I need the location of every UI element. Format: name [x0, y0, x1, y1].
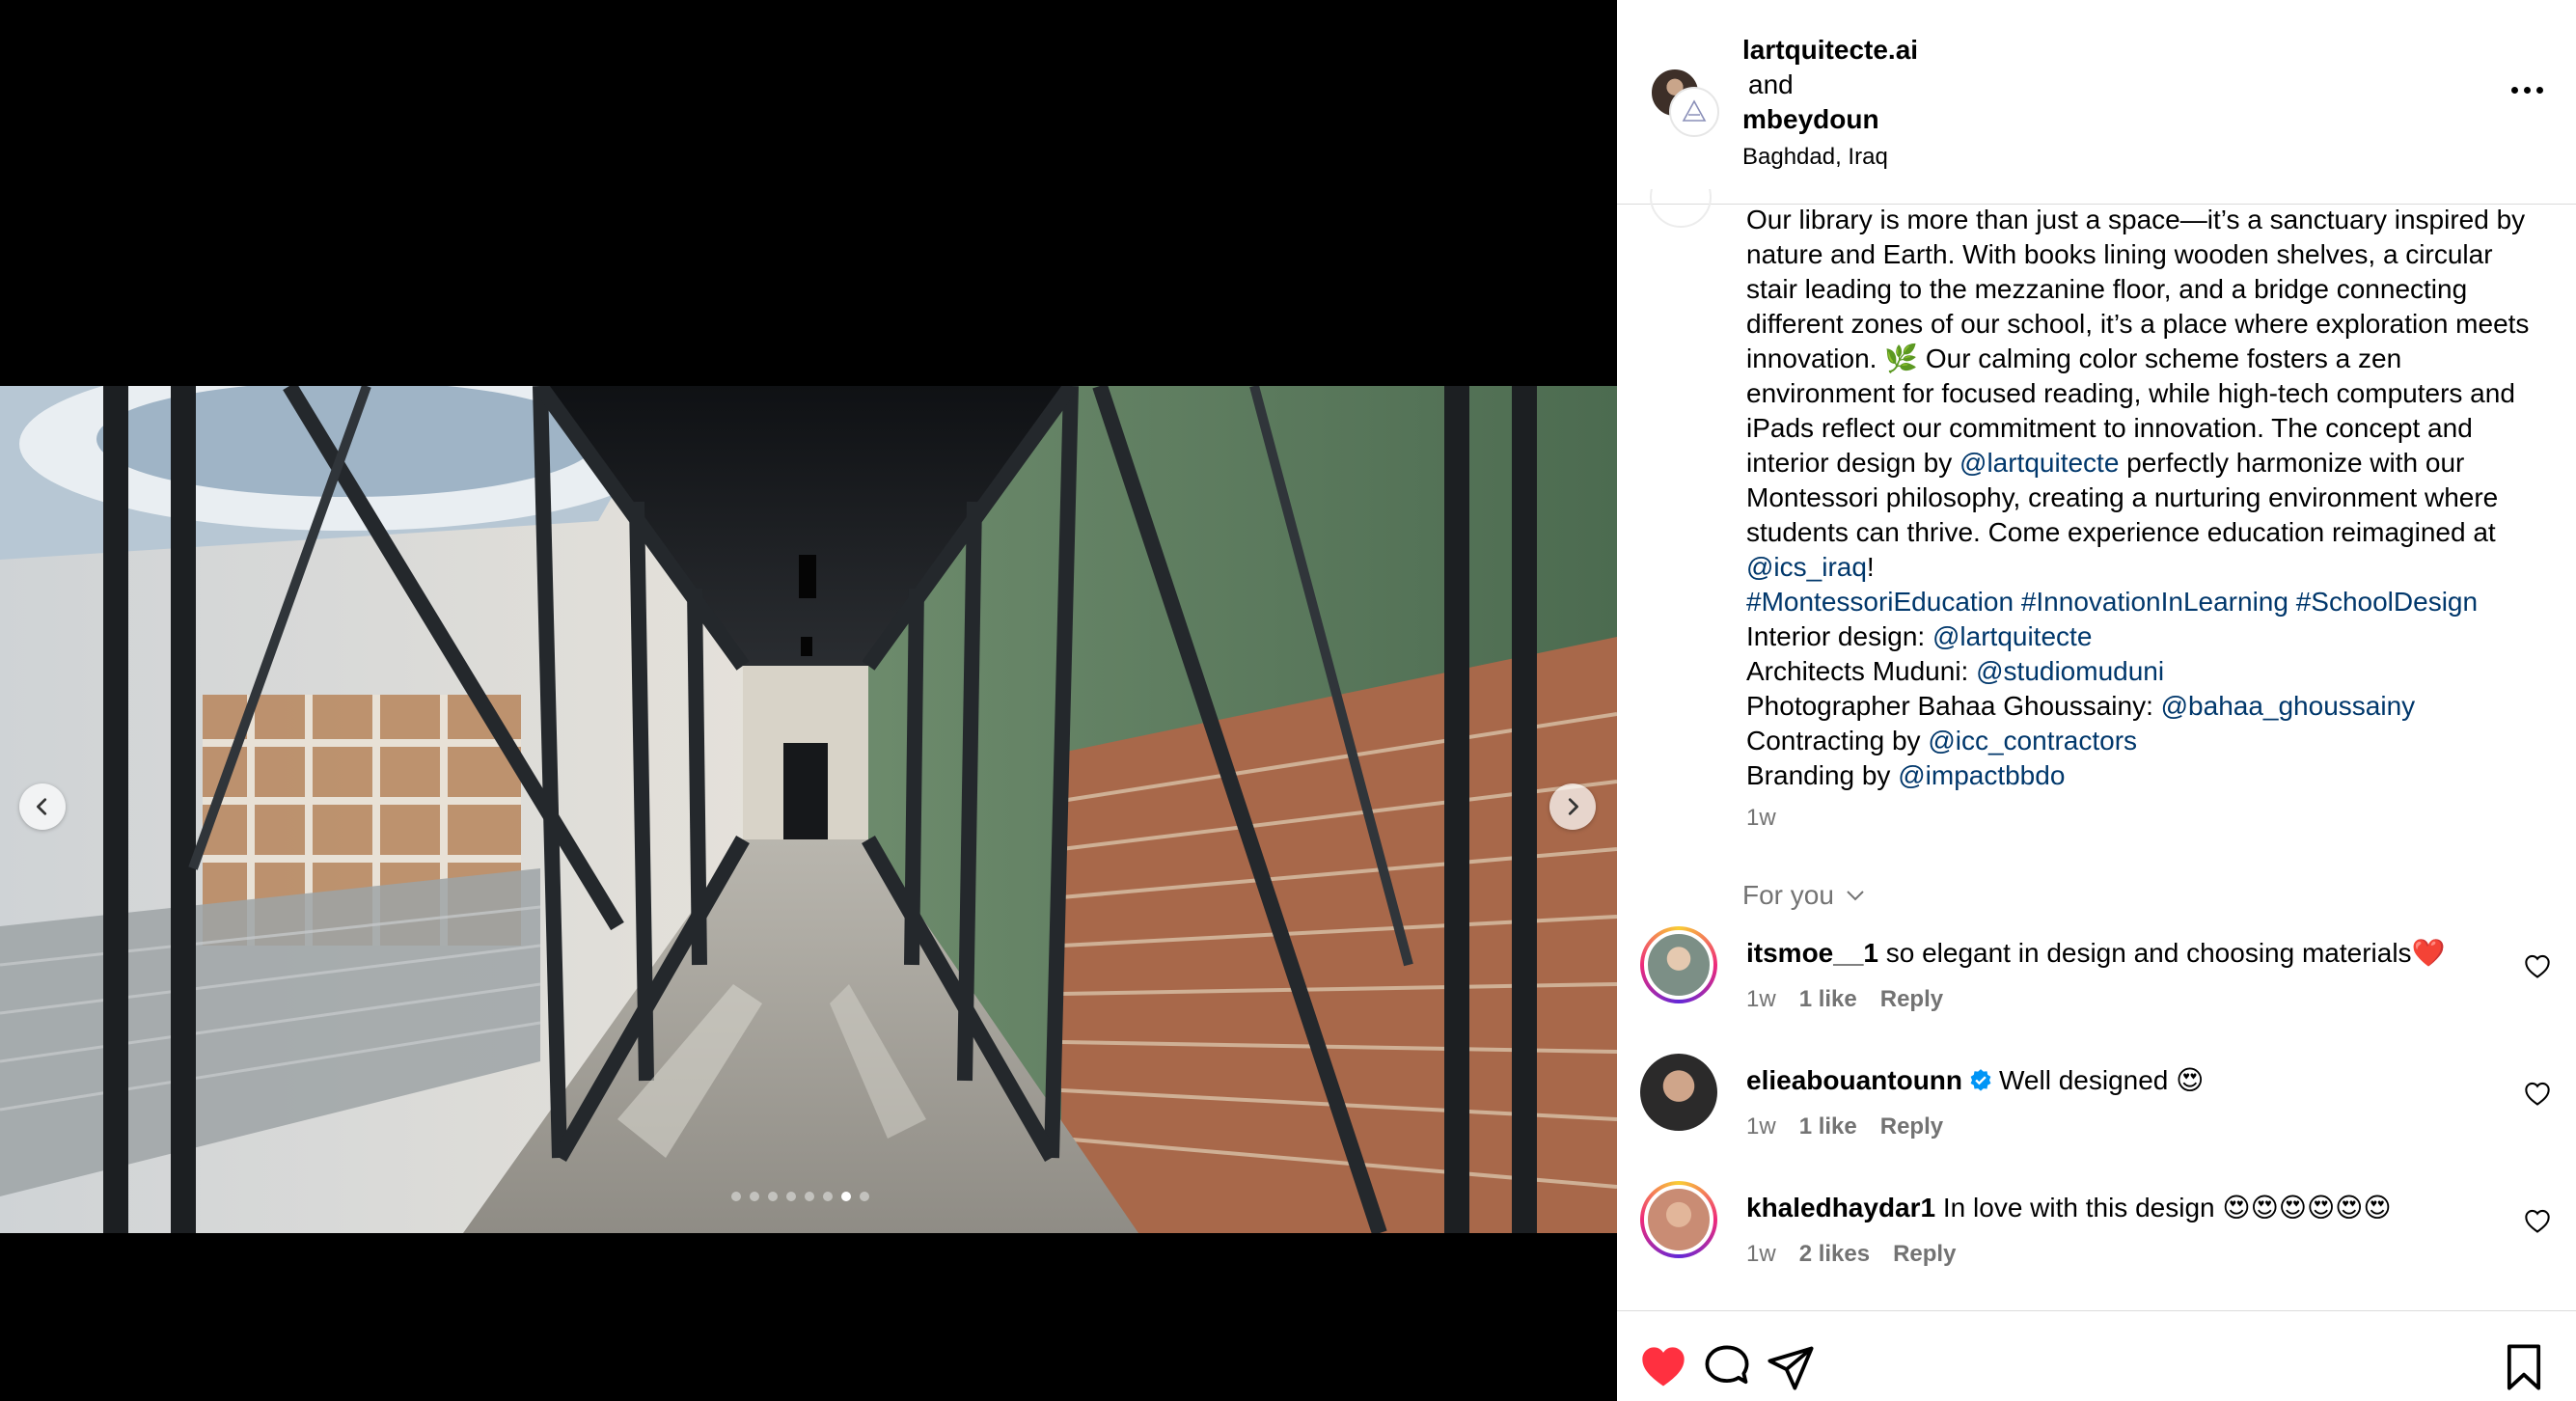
media-panel — [0, 0, 1617, 1401]
credit-label: Architects Muduni: — [1746, 656, 1977, 686]
carousel-dot — [750, 1192, 759, 1201]
verified-badge-icon — [1970, 1069, 1991, 1091]
credit-label: Contracting by — [1746, 726, 1929, 755]
previous-photo-button[interactable] — [19, 783, 66, 830]
post-caption: Our library is more than just a space—it… — [1746, 203, 2547, 793]
comment-username[interactable]: khaledhaydar1 — [1746, 1193, 1935, 1222]
credit-mention[interactable]: @bahaa_ghoussainy — [2161, 691, 2416, 721]
coauthor-username[interactable]: mbeydoun — [1742, 102, 1918, 137]
heart-icon[interactable] — [1638, 1342, 1688, 1392]
post-location[interactable]: Baghdad, Iraq — [1742, 141, 1918, 174]
author-connector: and — [1748, 69, 1794, 99]
more-icon — [2511, 87, 2518, 94]
carousel-dot — [841, 1192, 851, 1201]
carousel-dot — [860, 1192, 869, 1201]
post-photo[interactable] — [0, 386, 1617, 1233]
corridor-photo-illustration — [0, 386, 1617, 1233]
post-side-panel: lartquitecte.ai and mbeydoun Baghdad, Ir… — [1617, 0, 2576, 1401]
share-icon[interactable] — [1766, 1342, 1816, 1392]
credit-label: Branding by — [1746, 760, 1899, 790]
comment-username[interactable]: itsmoe__1 — [1746, 938, 1878, 968]
comment-time: 1w — [1746, 1113, 1776, 1140]
more-icon-dot — [2536, 87, 2543, 94]
caption-hashtags[interactable]: #MontessoriEducation #InnovationInLearni… — [1746, 587, 2478, 617]
comment-body: elieabouantounn Well designed 😍 — [1746, 1063, 2480, 1098]
post-authors: lartquitecte.ai and mbeydoun Baghdad, Ir… — [1742, 33, 1918, 174]
comment-reply-button[interactable]: Reply — [1880, 1113, 1943, 1140]
avatar[interactable] — [1640, 1181, 1717, 1258]
comment-meta: 1w 2 likes Reply — [1746, 1241, 1956, 1268]
brand-logo-icon — [1682, 99, 1707, 122]
credit-line: Contracting by @icc_contractors — [1746, 724, 2547, 758]
chevron-right-icon — [1568, 798, 1578, 815]
avatar[interactable] — [1640, 1054, 1717, 1131]
credit-line: Photographer Bahaa Ghoussainy: @bahaa_gh… — [1746, 689, 2547, 724]
credit-mention[interactable]: @icc_contractors — [1928, 726, 2137, 755]
heart-icon[interactable] — [2524, 1208, 2551, 1235]
heart-icon[interactable] — [2524, 1081, 2551, 1108]
comment-body: itsmoe__1 so elegant in design and choos… — [1746, 936, 2480, 971]
caption-avatar[interactable] — [1650, 189, 1712, 228]
comment-likes[interactable]: 1 like — [1799, 1113, 1857, 1140]
comment-item: elieabouantounn Well designed 😍 1w 1 like Re… — [1617, 1054, 2576, 1169]
credit-label: Interior design: — [1746, 621, 1932, 651]
caption-mention[interactable]: @ics_iraq — [1746, 552, 1867, 582]
post-timestamp: 1w — [1746, 805, 1776, 831]
avatar[interactable] — [1640, 926, 1717, 1003]
chevron-left-icon — [37, 798, 47, 815]
author-username[interactable]: lartquitecte.ai — [1742, 33, 1918, 68]
credit-line: Branding by @impactbbdo — [1746, 758, 2547, 793]
comments-filter-dropdown[interactable]: For you — [1742, 880, 1867, 911]
caption-text: Our library is more than just a space—it… — [1746, 205, 2530, 478]
carousel-dot — [823, 1192, 833, 1201]
comment-item: khaledhaydar1 In love with this design 😍… — [1617, 1181, 2576, 1297]
chevron-down-icon — [1847, 891, 1864, 901]
caption-mention[interactable]: @lartquitecte — [1959, 448, 2119, 478]
comment-time: 1w — [1746, 986, 1776, 1012]
bookmark-icon[interactable] — [2499, 1342, 2549, 1392]
comment-text: so elegant in design and choosing materi… — [1885, 938, 2446, 968]
heart-icon[interactable] — [2524, 953, 2551, 980]
caption-text: ! — [1866, 552, 1875, 582]
carousel-dot — [731, 1192, 741, 1201]
credit-line: Architects Muduni: @studiomuduni — [1746, 654, 2547, 689]
comment-reply-button[interactable]: Reply — [1880, 986, 1943, 1013]
comment-time: 1w — [1746, 1241, 1776, 1267]
comment-reply-button[interactable]: Reply — [1893, 1241, 1956, 1268]
comment-likes[interactable]: 2 likes — [1799, 1241, 1870, 1268]
comment-body: khaledhaydar1 In love with this design 😍… — [1746, 1191, 2480, 1225]
credit-label: Photographer Bahaa Ghoussainy: — [1746, 691, 2161, 721]
comment-icon[interactable] — [1702, 1342, 1752, 1392]
post-actions-bar — [1617, 1310, 2576, 1401]
more-options-button[interactable] — [2511, 87, 2543, 94]
next-photo-button[interactable] — [1549, 783, 1596, 830]
comment-likes[interactable]: 1 like — [1799, 986, 1857, 1013]
comment-meta: 1w 1 like Reply — [1746, 1113, 1943, 1140]
credit-mention[interactable]: @impactbbdo — [1898, 760, 2065, 790]
collab-avatars[interactable] — [1650, 68, 1719, 137]
more-icon-dot — [2524, 87, 2531, 94]
comment-username[interactable]: elieabouantounn — [1746, 1065, 1962, 1095]
credit-mention[interactable]: @studiomuduni — [1976, 656, 2164, 686]
carousel-dot — [768, 1192, 778, 1201]
credit-mention[interactable]: @lartquitecte — [1932, 621, 2092, 651]
carousel-indicator — [731, 1192, 869, 1201]
post-header: lartquitecte.ai and mbeydoun Baghdad, Ir… — [1617, 0, 2576, 205]
credit-line: Interior design: @lartquitecte — [1746, 619, 2547, 654]
comment-text: Well designed 😍 — [1999, 1065, 2205, 1095]
comment-meta: 1w 1 like Reply — [1746, 986, 1943, 1013]
comments-filter-label: For you — [1742, 880, 1834, 910]
caption-credits: Interior design: @lartquitecte Architects… — [1746, 619, 2547, 793]
comment-item: itsmoe__1 so elegant in design and choos… — [1617, 926, 2576, 1042]
avatar[interactable] — [1669, 87, 1719, 137]
comment-text: In love with this design 😍😍😍😍😍😍 — [1942, 1193, 2392, 1222]
carousel-dot — [805, 1192, 814, 1201]
carousel-dot — [786, 1192, 796, 1201]
